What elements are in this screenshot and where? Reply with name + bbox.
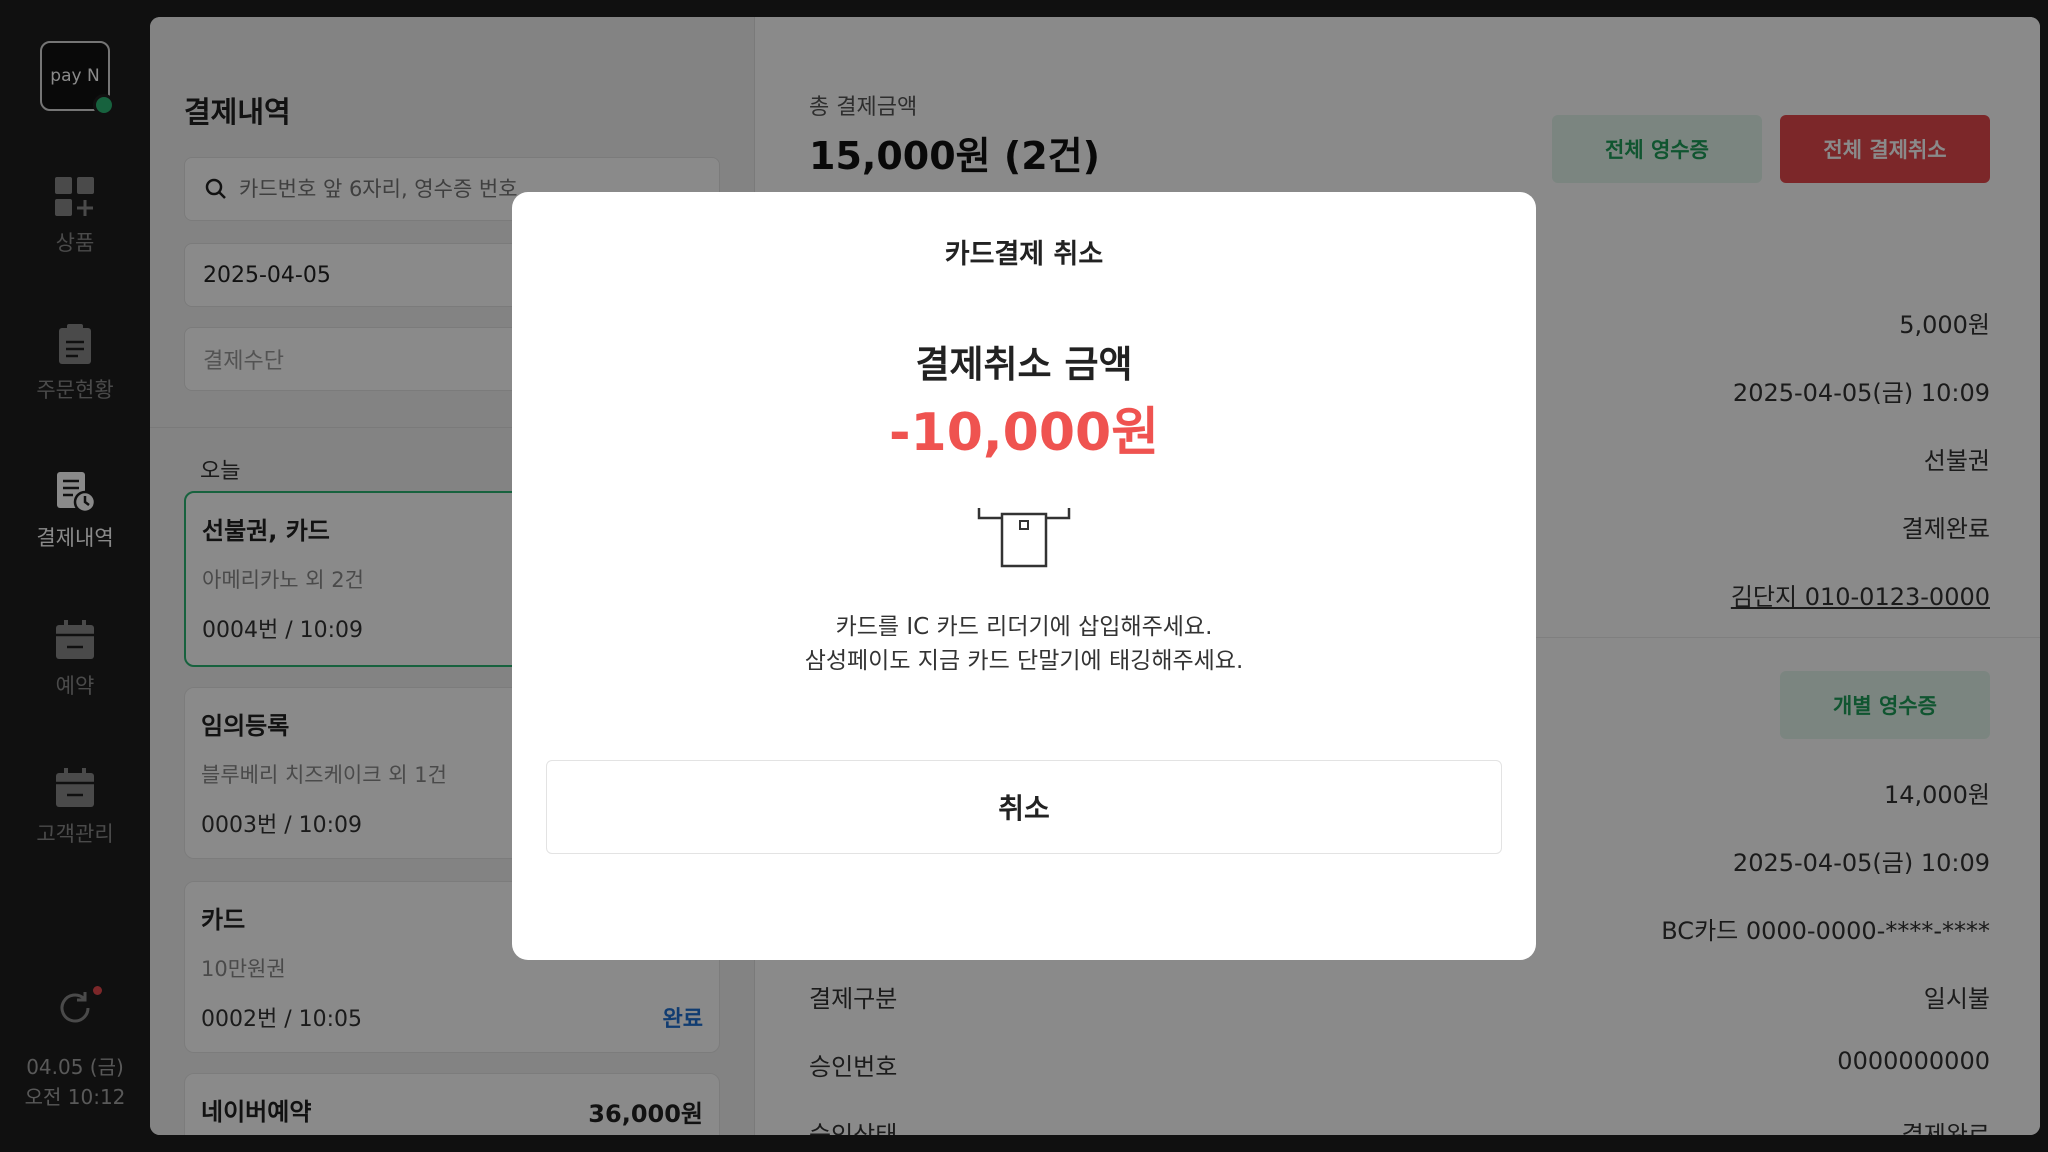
instruction-line-1: 카드를 IC 카드 리더기에 삽입해주세요. [835,614,1213,640]
modal-instructions: 카드를 IC 카드 리더기에 삽입해주세요. 삼성페이도 지금 카드 단말기에 … [512,610,1536,678]
modal-cancel-button[interactable]: 취소 [546,760,1502,854]
modal-title: 카드결제 취소 [944,239,1104,270]
cancel-amount-value: -10,000원 [888,403,1160,463]
instruction-line-2: 삼성페이도 지금 카드 단말기에 태깅해주세요. [804,648,1244,674]
card-cancel-modal: 카드결제 취소 결제취소 금액 -10,000원 카드를 IC 카드 리더기에 … [512,192,1536,960]
cancel-amount-label: 결제취소 금액 [915,343,1133,386]
card-reader-icon [975,504,1073,570]
